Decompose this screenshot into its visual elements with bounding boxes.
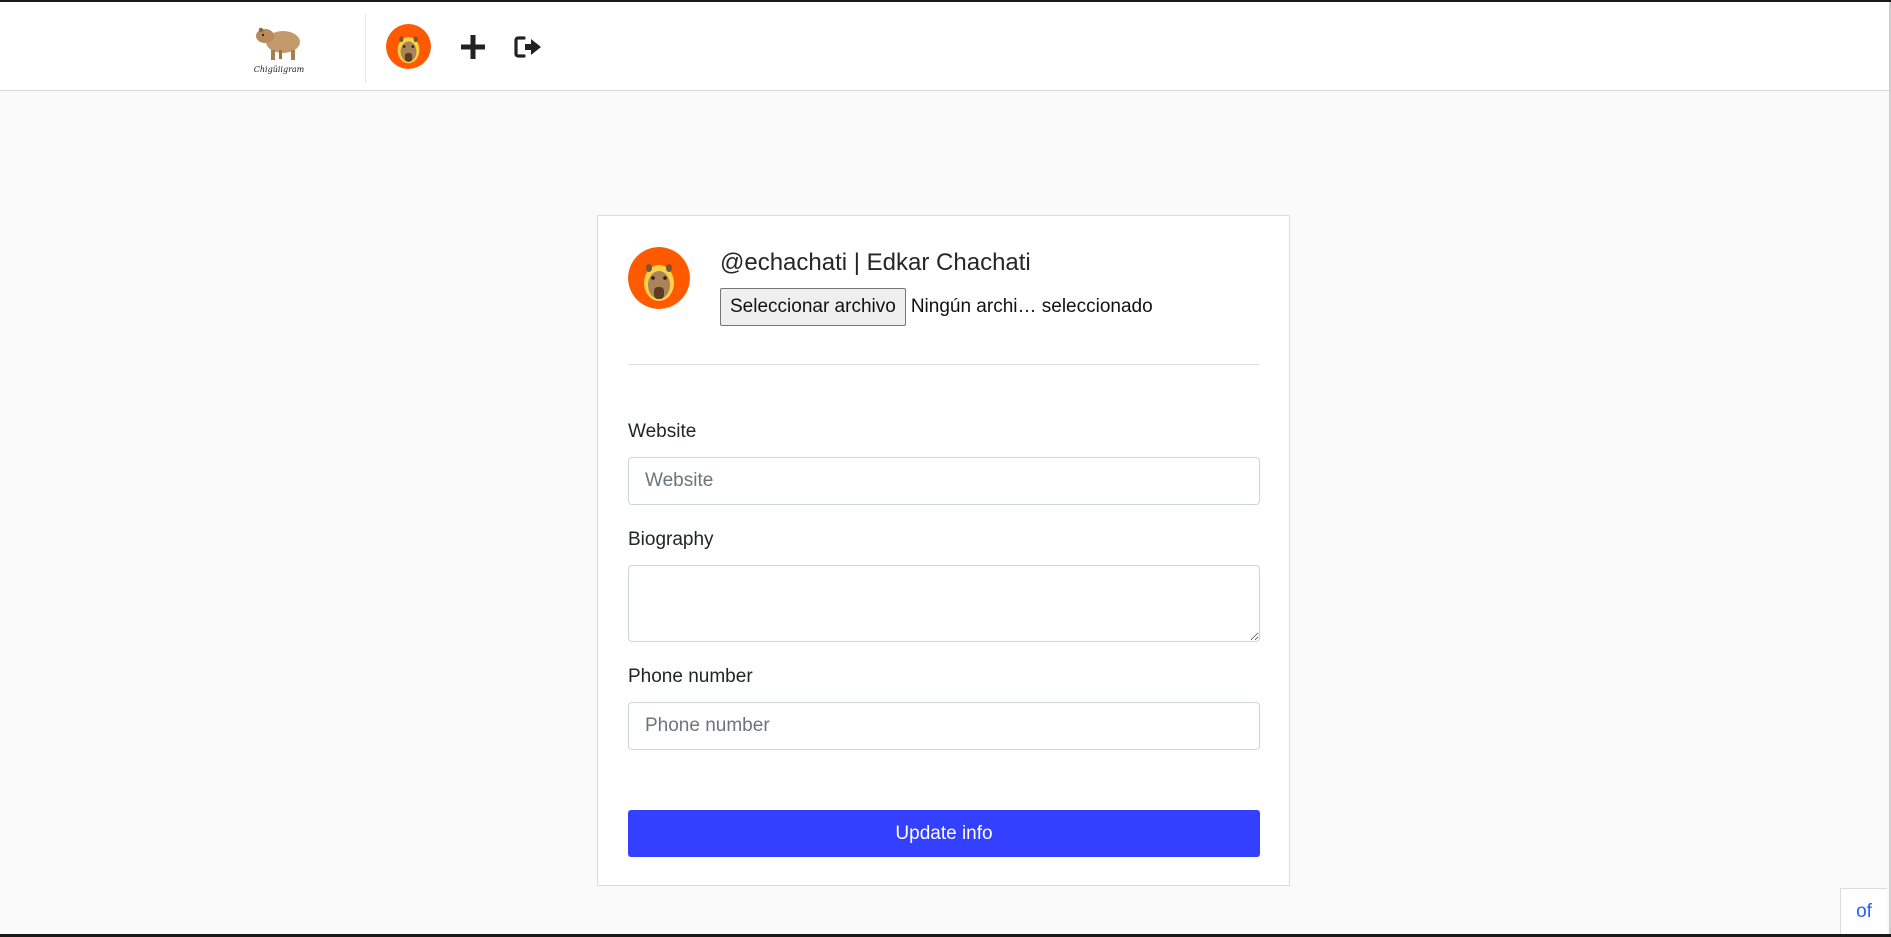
card-divider [628,364,1259,365]
profile-username: @echachati | Edkar Chachati [720,249,1031,276]
svg-text:Chigüiigram: Chigüiigram [254,65,305,74]
capybara-avatar-icon [386,24,431,69]
nav-profile-avatar[interactable] [386,24,431,69]
avatar-file-picker: Seleccionar archivo Ningún archi… selecc… [720,288,1153,326]
capybara-avatar-icon [628,247,690,309]
plus-icon [461,35,485,59]
logout-button[interactable] [512,30,544,64]
profile-avatar [628,247,690,309]
new-post-button[interactable] [457,30,489,64]
file-status-text: Ningún archi… seleccionado [910,296,1153,317]
corner-link[interactable]: of [1840,888,1887,934]
phone-label: Phone number [628,666,753,687]
page-viewport: Chigüiigram @echachati | Edkar Chachati … [0,2,1889,934]
edit-profile-card: @echachati | Edkar Chachati Seleccionar … [597,215,1290,886]
website-label: Website [628,421,697,442]
biography-textarea[interactable] [628,565,1260,642]
sign-out-icon [514,36,541,58]
biography-label: Biography [628,529,714,550]
capybara-logo-icon: Chigüiigram [254,27,305,74]
website-input[interactable] [628,457,1260,505]
brand-logo[interactable]: Chigüiigram [250,21,308,75]
top-navbar: Chigüiigram [0,2,1889,91]
choose-file-button[interactable]: Seleccionar archivo [720,288,906,326]
nav-divider [365,14,366,83]
phone-input[interactable] [628,702,1260,750]
update-info-button[interactable]: Update info [628,810,1260,857]
